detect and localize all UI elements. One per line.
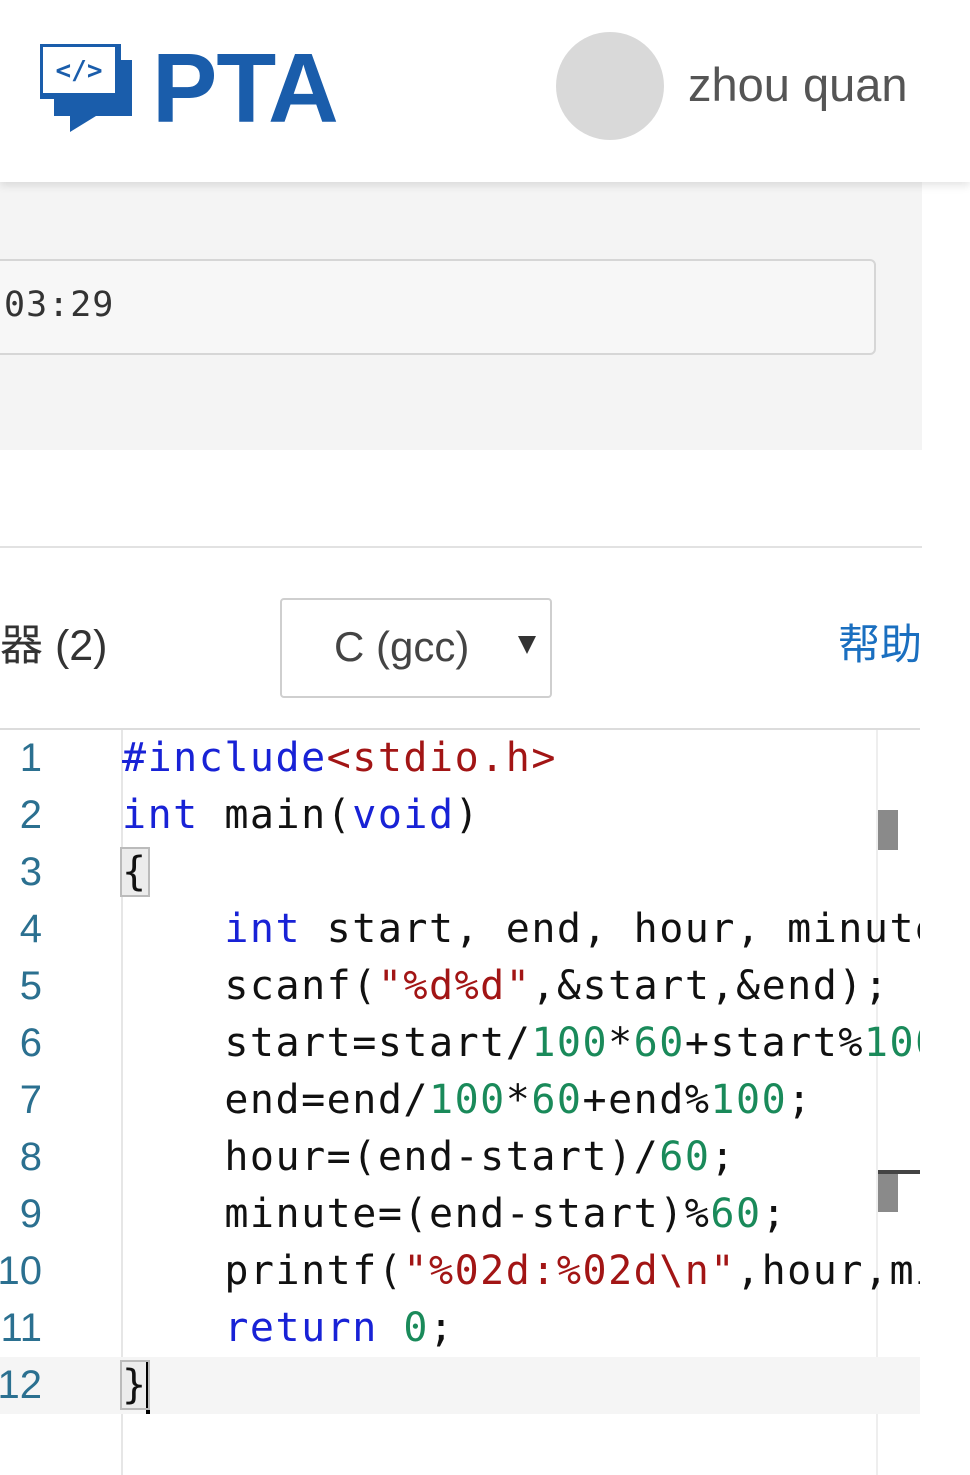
line-number: 11: [0, 1306, 42, 1350]
top-header: </> PTA zhou quan: [0, 0, 970, 182]
svg-text:</>: </>: [56, 56, 103, 86]
code-token: main(: [198, 792, 353, 838]
code-token: ,&start,&end);: [531, 963, 890, 1009]
compiler-selected-value: C (gcc): [334, 623, 470, 670]
code-token: int: [122, 792, 199, 838]
code-token: 60: [531, 1077, 583, 1123]
line-number: 4: [19, 907, 42, 951]
line-number: 6: [19, 1021, 42, 1065]
line-number: 5: [19, 964, 42, 1008]
scrollbar-thumb[interactable]: [878, 810, 898, 850]
code-token: void: [352, 792, 455, 838]
code-token: <stdio.h>: [326, 735, 557, 781]
output-field: [0, 259, 876, 355]
line-number: 8: [19, 1135, 42, 1179]
dropdown-caret-icon: [518, 636, 536, 654]
code-token: "%02d:%02d\n": [403, 1248, 736, 1294]
help-link[interactable]: 帮助: [838, 620, 922, 670]
code-text: scanf("%d%d",&start,&end);: [122, 958, 889, 1015]
code-token: ;: [429, 1305, 455, 1351]
code-token: 60: [633, 1020, 685, 1066]
line-number: 9: [19, 1192, 42, 1236]
line-number: 12: [0, 1363, 42, 1407]
username[interactable]: zhou quan: [688, 58, 908, 112]
code-line[interactable]: 6 start=start/100*60+start%100: [0, 1015, 920, 1072]
code-text: #include<stdio.h>: [122, 730, 557, 787]
code-text: int main(void): [122, 787, 480, 844]
code-text: return 0;: [122, 1300, 455, 1357]
code-token: ,hour,mi: [735, 1248, 920, 1294]
code-line[interactable]: 8 hour=(end-start)/60;: [0, 1129, 920, 1186]
line-number: 1: [19, 736, 42, 780]
code-line[interactable]: 1 #include<stdio.h>: [0, 730, 920, 787]
code-token: #include: [122, 735, 327, 781]
code-token: {: [120, 847, 150, 897]
code-token: 60: [710, 1191, 762, 1237]
code-token: start=start/: [122, 1020, 532, 1066]
code-line[interactable]: 9 minute=(end-start)%60;: [0, 1186, 920, 1243]
code-token: 100: [710, 1077, 788, 1123]
code-token: *: [505, 1077, 532, 1123]
code-text: printf("%02d:%02d\n",hour,mi: [122, 1243, 920, 1300]
code-token: 0: [403, 1305, 430, 1351]
code-line[interactable]: 4 int start, end, hour, minute: [0, 901, 920, 958]
code-line[interactable]: 10 printf("%02d:%02d\n",hour,mi: [0, 1243, 920, 1300]
code-token: 60: [659, 1134, 711, 1180]
avatar[interactable]: [556, 32, 664, 140]
code-token: hour=(end-start)/: [122, 1134, 660, 1180]
code-line[interactable]: 5 scanf("%d%d",&start,&end);: [0, 958, 920, 1015]
code-token: scanf(: [122, 963, 378, 1009]
line-number: 3: [19, 850, 42, 894]
text-cursor: [145, 1360, 150, 1414]
code-token: ;: [787, 1077, 813, 1123]
code-text: int start, end, hour, minute: [122, 901, 920, 958]
code-token: printf(: [122, 1248, 404, 1294]
code-token: ;: [710, 1134, 736, 1180]
code-token: "%d%d": [377, 963, 532, 1009]
code-token: +end%: [582, 1077, 711, 1123]
code-token: 100: [428, 1077, 506, 1123]
compiler-label: 器 (2): [0, 622, 108, 670]
code-token: minute=(end-start)%: [122, 1191, 711, 1237]
code-token: ;: [761, 1191, 788, 1237]
code-line[interactable]: 7 end=end/100*60+end%100;: [0, 1072, 920, 1129]
line-number: 2: [19, 793, 42, 837]
code-token: 100: [863, 1020, 920, 1066]
code-text: {: [120, 844, 150, 901]
line-number: 7: [19, 1078, 42, 1122]
code-token: int: [224, 906, 302, 952]
code-text: minute=(end-start)%60;: [122, 1186, 787, 1243]
code-line[interactable]: 2 int main(void): [0, 787, 920, 844]
code-token: start, end, hour, minute: [301, 906, 920, 952]
code-text: end=end/100*60+end%100;: [122, 1072, 813, 1129]
code-text: }: [120, 1357, 150, 1414]
code-token: ): [454, 792, 481, 838]
code-editor[interactable]: 1 #include<stdio.h> 2 int main(void) 3{4 int…: [0, 728, 920, 1475]
code-text: hour=(end-start)/60;: [122, 1129, 736, 1186]
output-value: 03:29: [4, 285, 115, 325]
code-token: +start%: [684, 1020, 864, 1066]
line-number: 10: [0, 1249, 42, 1293]
code-line[interactable]: 11 return 0;: [0, 1300, 920, 1357]
code-line[interactable]: 3{: [0, 844, 920, 901]
code-token: }: [120, 1360, 150, 1410]
logo-text[interactable]: PTA: [152, 38, 339, 138]
code-line[interactable]: 12}: [0, 1357, 920, 1414]
scrollbar-thumb[interactable]: [878, 1174, 898, 1212]
compiler-select[interactable]: C (gcc): [280, 598, 552, 698]
code-token: end=end/: [122, 1077, 429, 1123]
divider: [0, 546, 922, 548]
code-token: *: [608, 1020, 634, 1066]
code-token: return: [224, 1305, 378, 1351]
code-token: 100: [531, 1020, 609, 1066]
code-text: start=start/100*60+start%100: [122, 1015, 920, 1072]
code-chat-icon: </>: [40, 44, 132, 132]
